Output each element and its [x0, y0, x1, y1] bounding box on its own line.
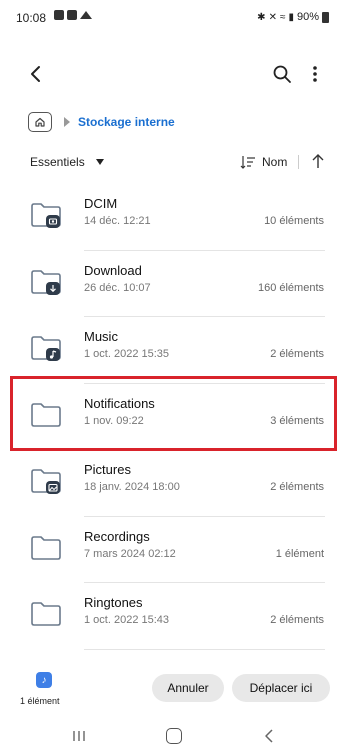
battery-icon: [322, 11, 329, 23]
more-vertical-icon: [313, 66, 317, 82]
folder-icon: [31, 602, 61, 626]
sort-divider: [298, 155, 299, 169]
selection-highlight: [10, 376, 337, 451]
folder-icon: [31, 535, 61, 560]
folder-item-count: 10 éléments: [264, 215, 324, 227]
system-nav-bar: [0, 720, 337, 752]
gallery-notification-icon: [54, 10, 64, 20]
recent-apps-icon[interactable]: [72, 729, 86, 743]
breadcrumb-separator-icon: [64, 117, 70, 127]
mute-icon: ✕: [268, 11, 277, 23]
folder-name: Pictures: [84, 462, 131, 477]
folder-name: Recordings: [84, 528, 150, 544]
sort-icon[interactable]: [240, 155, 256, 169]
cloud-icon: [80, 11, 92, 19]
folder-item-count: 2 éléments: [270, 481, 324, 493]
chevron-left-icon: [31, 66, 40, 82]
signal-icon: ▮: [288, 11, 294, 23]
folder-date: 26 déc. 10:07: [84, 281, 151, 294]
folder-name: Music: [84, 329, 118, 344]
move-here-button[interactable]: Déplacer ici: [232, 674, 330, 702]
folder-date: 1 oct. 2022 15:35: [84, 348, 170, 360]
search-icon: [273, 65, 291, 83]
cancel-button[interactable]: Annuler: [152, 674, 224, 702]
folder-row-ringtones[interactable]: Ringtones 1 oct. 2022 15:43 2 éléments: [0, 583, 337, 650]
status-bar: 10:08 ✱ ✕ ≈ ▮ 90%: [0, 0, 337, 36]
folder-date: 7 mars 2024 02:12: [84, 547, 176, 560]
wifi-icon: ≈: [279, 11, 286, 23]
status-notification-icons: [54, 10, 92, 20]
folder-name: Download: [84, 262, 142, 278]
folder-row-music[interactable]: Music 1 oct. 2022 15:35 2 éléments: [0, 317, 337, 384]
folder-item-count: 2 éléments: [270, 348, 324, 360]
back-nav-icon[interactable]: [262, 728, 276, 744]
folder-item-count: 2 éléments: [270, 614, 324, 626]
top-app-bar: [0, 56, 337, 92]
folder-row-dcim[interactable]: DCIM 14 déc. 12:21 10 éléments: [0, 184, 337, 251]
folder-date: 18 janv. 2024 18:00: [84, 481, 180, 493]
folder-date: 1 oct. 2022 15:43: [84, 614, 170, 626]
status-time: 10:08: [16, 11, 47, 25]
folder-name: Ringtones: [84, 595, 143, 610]
folder-item-count: 1 élément: [275, 547, 324, 560]
bluetooth-icon: ✱: [257, 11, 266, 23]
search-button[interactable]: [268, 60, 296, 88]
folder-icon: [31, 336, 61, 361]
folder-icon: [31, 469, 61, 494]
filter-dropdown-label[interactable]: Essentiels: [30, 155, 85, 169]
folder-date: 14 déc. 12:21: [84, 215, 151, 227]
arrow-up-icon[interactable]: [310, 152, 326, 170]
back-button[interactable]: [22, 60, 50, 88]
folder-item-count: 160 éléments: [257, 281, 324, 294]
folder-name: DCIM: [84, 196, 118, 211]
folder-row-download[interactable]: Download 26 déc. 10:07 160 éléments: [0, 251, 337, 317]
folder-icon: [31, 203, 61, 228]
caret-down-icon[interactable]: [96, 159, 104, 165]
app-notification-icon: [67, 10, 77, 20]
bottom-action-bar: ♪ 1 élément Annuler Déplacer ici: [0, 662, 337, 710]
selected-count: 1 élément: [20, 696, 60, 706]
more-options-button[interactable]: [303, 60, 327, 88]
sort-by-label[interactable]: Nom: [262, 155, 287, 169]
music-file-icon: ♪: [36, 672, 52, 688]
row-divider: [84, 648, 325, 650]
breadcrumb-current[interactable]: Stockage interne: [78, 115, 175, 129]
status-system-icons: ✱ ✕ ≈ ▮ 90%: [257, 11, 329, 23]
home-nav-icon[interactable]: [166, 728, 182, 744]
home-button[interactable]: [28, 112, 52, 132]
folder-row-pictures[interactable]: Pictures 18 janv. 2024 18:00 2 éléments: [0, 450, 337, 517]
breadcrumb: Stockage interne: [28, 110, 175, 134]
home-icon: [35, 117, 45, 127]
battery-percent: 90%: [296, 11, 319, 23]
sort-row: Essentiels Nom: [0, 150, 337, 176]
folder-row-recordings[interactable]: Recordings 7 mars 2024 02:12 1 élément: [0, 517, 337, 583]
folder-icon: [31, 269, 61, 295]
